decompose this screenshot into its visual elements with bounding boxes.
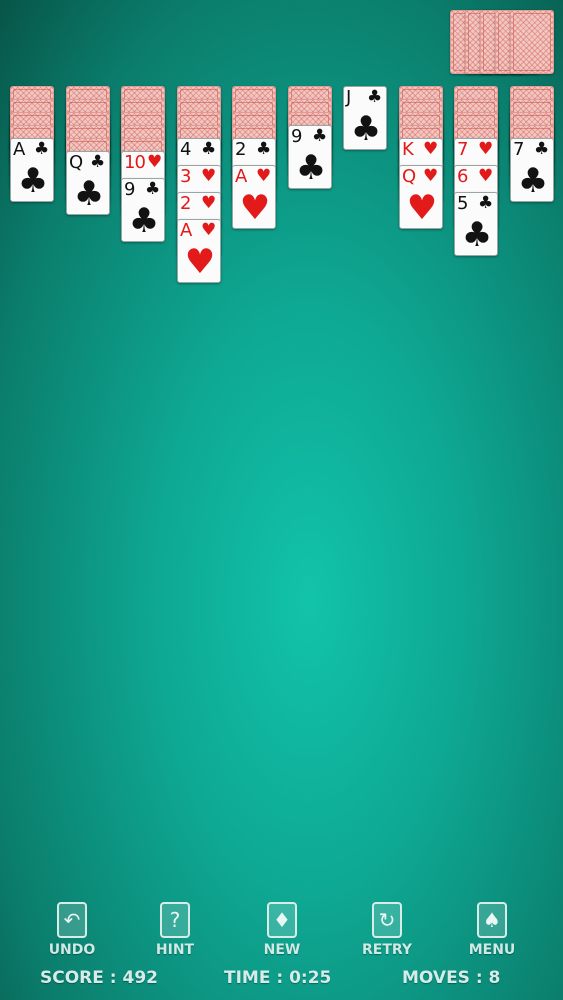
card-a-heart[interactable]: A ♥ ♥: [232, 165, 276, 229]
hint-label: HINT: [155, 942, 195, 958]
card-rank: Q: [402, 166, 416, 187]
card-9-club[interactable]: 9 ♣ ♣: [121, 178, 165, 242]
heart-icon: ♥: [478, 139, 494, 159]
heart-icon: ♥: [201, 166, 217, 186]
heart-icon: ♥: [184, 242, 216, 282]
heart-icon: ♥: [147, 152, 163, 172]
heart-icon: ♥: [201, 193, 217, 213]
retry-button[interactable]: ↻ RETRY: [352, 896, 422, 962]
card-5-club[interactable]: 5 ♣ ♣: [454, 192, 498, 256]
undo-label: UNDO: [48, 942, 96, 958]
heart-icon: ♥: [478, 166, 494, 186]
card-rank: 2: [180, 193, 191, 214]
club-icon: ♣: [128, 201, 160, 241]
heart-icon: ♥: [256, 166, 272, 186]
game-table: A♣♣Q♣♣10♥♥9♣♣4♣♣3♥♥2♥♥A♥♥2♣♣A♥♥9♣♣J♣♣K♥♥…: [0, 0, 563, 1000]
club-icon: ♣: [73, 174, 105, 214]
club-icon: ♣: [312, 126, 328, 146]
moves-readout: MOVES : 8: [402, 968, 501, 988]
undo-button[interactable]: ↶ UNDO: [37, 896, 107, 962]
heart-icon: ♥: [239, 188, 271, 228]
card-rank: 3: [180, 166, 191, 187]
card-j-club[interactable]: J ♣ ♣: [343, 86, 387, 150]
club-icon: ♣: [295, 148, 327, 188]
card-rank: A: [13, 139, 25, 160]
card-7-club[interactable]: 7 ♣ ♣: [510, 138, 554, 202]
card-rank: 9: [124, 179, 135, 200]
club-icon: ♣: [90, 152, 106, 172]
club-icon: ♣: [145, 179, 161, 199]
hint-button[interactable]: ? HINT: [140, 896, 210, 962]
score-readout: SCORE : 492: [40, 968, 158, 988]
card-rank: J: [346, 87, 351, 108]
card-rank: 5: [457, 193, 468, 214]
card-a-club[interactable]: A ♣ ♣: [10, 138, 54, 202]
time-readout: TIME : 0:25: [224, 968, 332, 988]
club-icon: ♣: [367, 87, 383, 107]
card-rank: A: [235, 166, 247, 187]
card-rank: 10: [124, 152, 146, 173]
stock-card-facedown[interactable]: [510, 10, 554, 74]
club-icon: ♣: [201, 139, 217, 159]
card-q-club[interactable]: Q ♣ ♣: [66, 151, 110, 215]
club-icon: ♣: [517, 161, 549, 201]
retry-label: RETRY: [361, 942, 413, 958]
new-button[interactable]: ♦ NEW: [247, 896, 317, 962]
card-a-heart[interactable]: A ♥ ♥: [177, 219, 221, 283]
club-icon: ♣: [34, 139, 50, 159]
card-rank: K: [402, 139, 414, 160]
new-label: NEW: [263, 942, 301, 958]
toolbar: ↶ UNDO ? HINT ♦ NEW ↻ RETRY ♠ MENU: [0, 896, 563, 962]
card-q-heart[interactable]: Q ♥ ♥: [399, 165, 443, 229]
card-rank: 9: [291, 126, 302, 147]
heart-icon: ♥: [406, 188, 438, 228]
club-icon: ♣: [256, 139, 272, 159]
retry-arrow-icon: ↻: [372, 902, 402, 938]
card-rank: 2: [235, 139, 246, 160]
card-9-club[interactable]: 9 ♣ ♣: [288, 125, 332, 189]
card-rank: 7: [457, 139, 468, 160]
card-rank: Q: [69, 152, 83, 173]
menu-cards-icon: ♠: [477, 902, 507, 938]
heart-icon: ♥: [423, 166, 439, 186]
club-icon: ♣: [350, 109, 382, 149]
menu-button[interactable]: ♠ MENU: [457, 896, 527, 962]
card-rank: 4: [180, 139, 191, 160]
club-icon: ♣: [17, 161, 49, 201]
club-icon: ♣: [461, 215, 493, 255]
club-icon: ♣: [478, 193, 494, 213]
card-rank: A: [180, 220, 192, 241]
heart-icon: ♥: [201, 220, 217, 240]
undo-arrow-icon: ↶: [57, 902, 87, 938]
menu-label: MENU: [468, 942, 516, 958]
card-rank: 7: [513, 139, 524, 160]
club-icon: ♣: [534, 139, 550, 159]
heart-icon: ♥: [423, 139, 439, 159]
card-rank: 6: [457, 166, 468, 187]
hint-card-icon: ?: [160, 902, 190, 938]
new-cards-icon: ♦: [267, 902, 297, 938]
